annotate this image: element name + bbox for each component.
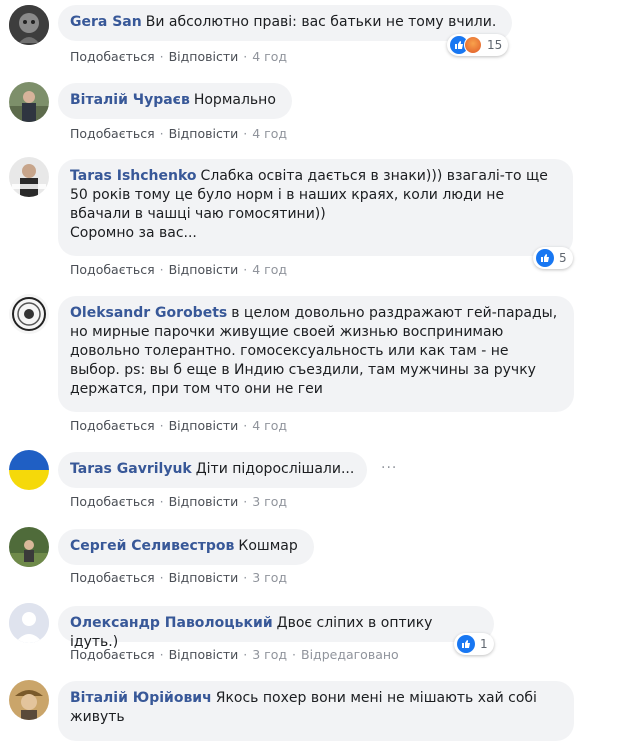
like-reaction-icon bbox=[457, 635, 475, 653]
comment-author[interactable]: Taras Gavrilyuk bbox=[70, 461, 192, 477]
edited-label[interactable]: Відредаговано bbox=[301, 647, 399, 662]
comment-author[interactable]: Taras Ishchenko bbox=[70, 168, 197, 184]
reply-link[interactable]: Відповісти bbox=[169, 570, 239, 585]
reply-link[interactable]: Відповісти bbox=[169, 262, 239, 277]
avatar[interactable] bbox=[9, 603, 49, 643]
avatar[interactable] bbox=[9, 450, 49, 490]
timestamp[interactable]: 4 год bbox=[252, 262, 287, 277]
comment-author[interactable]: Олександр Паволоцький bbox=[70, 615, 273, 631]
avatar[interactable] bbox=[9, 527, 49, 567]
comment-bubble: Taras Gavrilyuk Діти підорослішали... bbox=[58, 452, 367, 488]
comment-author[interactable]: Сергей Селивестров bbox=[70, 538, 234, 554]
like-link[interactable]: Подобається bbox=[70, 494, 155, 509]
comment-actions: Подобається · Відповісти · 4 год bbox=[70, 49, 288, 64]
comment-actions: Подобається · Відповісти · 3 год bbox=[70, 494, 288, 509]
reaction-count: 15 bbox=[487, 38, 503, 52]
comment-actions: Подобається · Відповісти · 3 год bbox=[70, 570, 288, 585]
reaction-summary[interactable]: 5 bbox=[533, 247, 573, 269]
avatar[interactable] bbox=[9, 157, 49, 197]
comment-actions: Подобається · Відповісти · 3 год · Відредагова… bbox=[70, 647, 399, 662]
comment-bubble: Олександр Паволоцький Двоє сліпих в оптик… bbox=[58, 606, 494, 650]
reply-link[interactable]: Відповісти bbox=[169, 647, 239, 662]
comment-author[interactable]: Gera San bbox=[70, 14, 142, 30]
timestamp[interactable]: 3 год bbox=[252, 570, 287, 585]
like-link[interactable]: Подобається bbox=[70, 418, 155, 433]
default-avatar-icon bbox=[9, 603, 49, 643]
comment-text: Нормально bbox=[193, 92, 276, 108]
comment-bubble: Віталій Юрійович Якось похер вони мені не… bbox=[58, 681, 574, 741]
like-link[interactable]: Подобається bbox=[70, 126, 155, 141]
comment-text: Ви абсолютно праві: вас батьки не тому в… bbox=[145, 14, 497, 30]
like-link[interactable]: Подобається bbox=[70, 49, 155, 64]
reaction-count: 5 bbox=[559, 251, 567, 265]
timestamp[interactable]: 3 год bbox=[252, 494, 287, 509]
reaction-summary[interactable]: 15 bbox=[447, 34, 509, 56]
reply-link[interactable]: Відповісти bbox=[169, 49, 239, 64]
comment-text: Діти підорослішали... bbox=[195, 461, 355, 477]
like-link[interactable]: Подобається bbox=[70, 570, 155, 585]
comment-bubble: Віталій Чураєв Нормально bbox=[58, 83, 292, 119]
reaction-count: 1 bbox=[480, 637, 488, 651]
timestamp[interactable]: 4 год bbox=[252, 49, 287, 64]
comment-text-line: Соромно за вас... bbox=[70, 225, 197, 241]
more-options-icon[interactable]: ··· bbox=[381, 460, 397, 476]
comment-bubble: Taras Ishchenko Слабка освіта дається в з… bbox=[58, 159, 573, 256]
like-reaction-icon bbox=[536, 249, 554, 267]
comment-bubble: Oleksandr Gorobets в целом довольно раздр… bbox=[58, 296, 574, 412]
reply-link[interactable]: Відповісти bbox=[169, 126, 239, 141]
comment-author[interactable]: Віталій Юрійович bbox=[70, 690, 212, 706]
comment-text: Кошмар bbox=[238, 538, 298, 554]
like-link[interactable]: Подобається bbox=[70, 647, 155, 662]
avatar[interactable] bbox=[9, 680, 49, 720]
reaction-summary[interactable]: 1 bbox=[454, 633, 494, 655]
comment-actions: Подобається · Відповісти · 4 год bbox=[70, 262, 288, 277]
comment-bubble: Сергей Селивестров Кошмар bbox=[58, 529, 314, 565]
timestamp[interactable]: 4 год bbox=[252, 418, 287, 433]
timestamp[interactable]: 4 год bbox=[252, 126, 287, 141]
comment-actions: Подобається · Відповісти · 4 год bbox=[70, 126, 288, 141]
timestamp[interactable]: 3 год bbox=[252, 647, 287, 662]
like-link[interactable]: Подобається bbox=[70, 262, 155, 277]
comment-author[interactable]: Віталій Чураєв bbox=[70, 92, 190, 108]
avatar[interactable] bbox=[9, 5, 49, 45]
comment-bubble: Gera San Ви абсолютно праві: вас батьки н… bbox=[58, 5, 512, 41]
avatar[interactable] bbox=[9, 82, 49, 122]
angry-reaction-icon bbox=[464, 36, 482, 54]
avatar[interactable] bbox=[9, 294, 49, 334]
reply-link[interactable]: Відповісти bbox=[169, 494, 239, 509]
comment-actions: Подобається · Відповісти · 4 год bbox=[70, 418, 288, 433]
comment-author[interactable]: Oleksandr Gorobets bbox=[70, 305, 227, 321]
reply-link[interactable]: Відповісти bbox=[169, 418, 239, 433]
